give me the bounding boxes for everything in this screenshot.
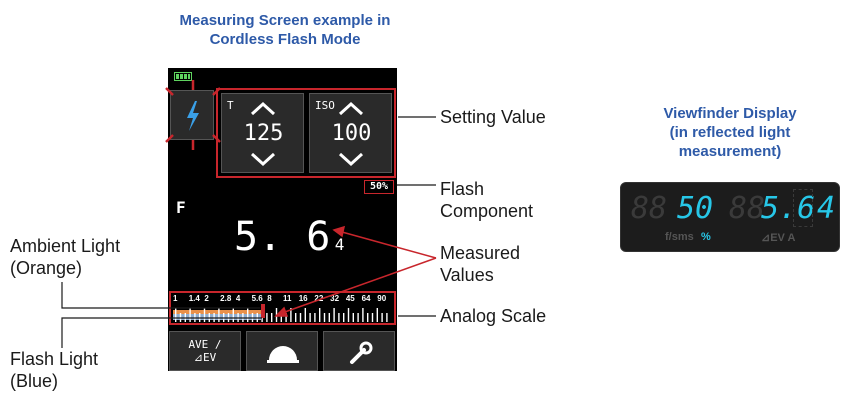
vf-ghost-box: [793, 189, 813, 227]
measured-values-callout: Measured Values: [440, 242, 520, 286]
flash-light-line-2: (Blue): [10, 371, 59, 391]
viewfinder-title-line-1: Viewfinder Display: [663, 105, 797, 122]
flash-component-line-2: Component: [440, 201, 534, 221]
vf-segment-a: 50: [677, 191, 714, 226]
setting-value-callout: Setting Value: [440, 107, 546, 127]
vf-unit-right: ⊿EV A: [761, 232, 796, 244]
viewfinder-title-line-2: (in reflected light: [669, 124, 791, 141]
ambient-line-2: (Orange): [10, 258, 83, 278]
ambient-line-1: Ambient Light: [10, 236, 121, 256]
vf-unit-percent: %: [701, 231, 711, 243]
viewfinder-display: 88 50 88 5.6 4 f/sms % ⊿EV A: [620, 182, 840, 252]
flash-light-callout: Flash Light (Blue): [10, 348, 98, 392]
flash-component-callout: Flash Component: [440, 178, 533, 222]
viewfinder-title-line-3: measurement): [678, 143, 782, 160]
flash-light-line-1: Flash Light: [10, 349, 99, 369]
vf-ghost-left: 88: [631, 191, 668, 226]
measured-values-line-2: Values: [440, 265, 494, 285]
analog-scale-callout: Analog Scale: [440, 306, 547, 326]
vf-segment-c: 4: [817, 191, 836, 226]
vf-ghost-mid: 88: [729, 191, 766, 226]
flash-component-line-1: Flash: [440, 179, 485, 199]
vf-unit-left: f/sms: [665, 231, 694, 243]
measured-values-line-1: Measured: [440, 243, 521, 263]
ambient-light-callout: Ambient Light (Orange): [10, 235, 120, 279]
viewfinder-title: Viewfinder Display (in reflected light m…: [620, 104, 840, 161]
